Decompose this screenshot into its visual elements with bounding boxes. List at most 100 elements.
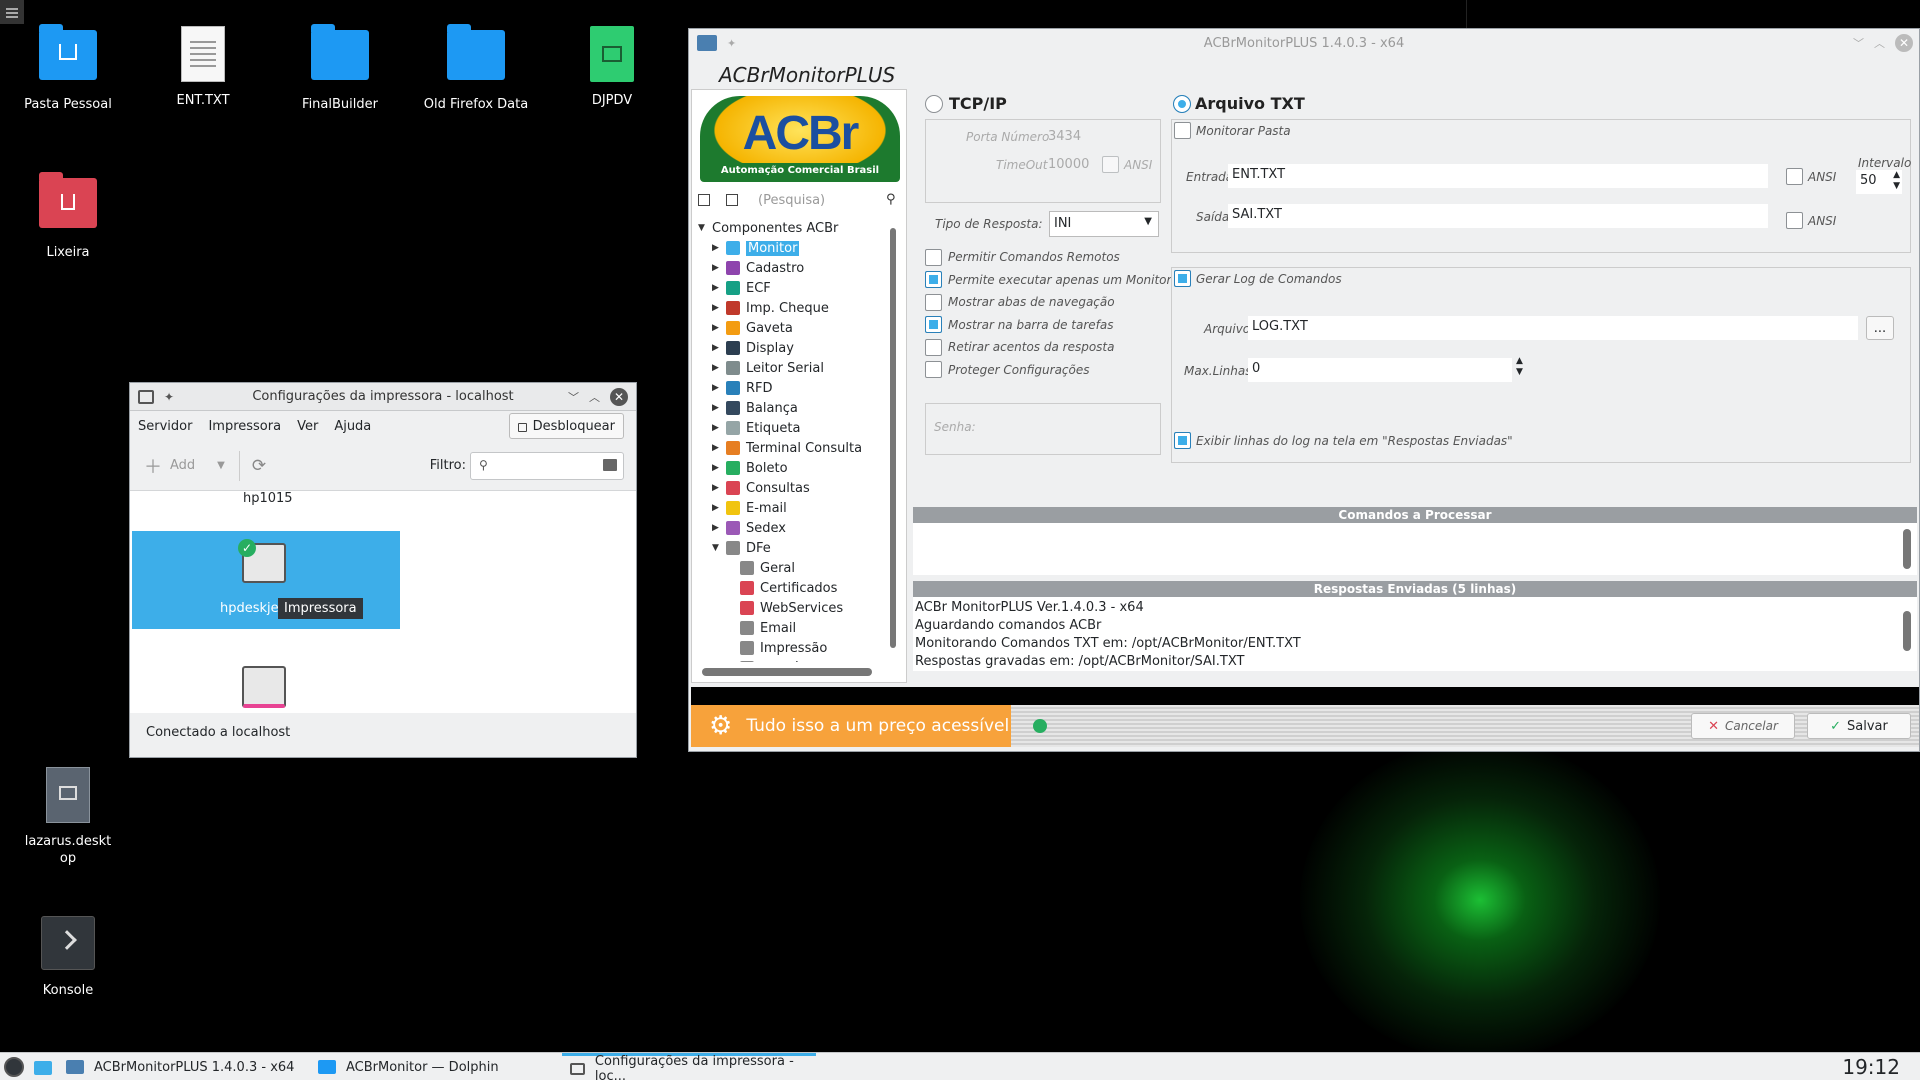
interval-spinner[interactable]: 50 ▲ ▼ <box>1856 170 1902 194</box>
maximize-icon[interactable]: ︿ <box>1874 35 1885 51</box>
generate-log-checkbox[interactable] <box>1174 270 1191 287</box>
responses-list[interactable]: ACBr MonitorPLUS Ver.1.4.0.3 - x64 Aguard… <box>913 597 1917 671</box>
task-printer-settings[interactable]: Configurações da impressora - loc... <box>562 1053 816 1080</box>
show-desktop-icon[interactable] <box>34 1061 52 1075</box>
save-button[interactable]: ✓ Salvar <box>1807 713 1911 739</box>
tree-item[interactable]: ▶ Terminal Consulta <box>698 438 862 458</box>
chevron-right-icon[interactable]: ▶ <box>712 443 724 453</box>
desktop-icon-ent-txt[interactable]: ENT.TXT <box>141 24 265 109</box>
tree-item[interactable]: ▶ Leitor Serial <box>698 358 824 378</box>
desktop-icon-lazarus[interactable]: lazarus.desktop <box>6 765 130 867</box>
minimize-icon[interactable]: ﹀ <box>568 389 579 405</box>
tree-item[interactable]: ▶ Display <box>698 338 794 358</box>
tcp-option[interactable]: Mostrar abas de navegação <box>925 292 1115 312</box>
printer-item-selected[interactable]: ✓ hpdeskje Impressora <box>132 531 400 629</box>
tcp-option-checkbox[interactable] <box>925 271 942 288</box>
spinner-arrows-icon[interactable]: ▲ ▼ <box>1516 356 1523 378</box>
add-icon[interactable]: ＋ <box>144 453 162 479</box>
chevron-right-icon[interactable]: ▶ <box>712 323 724 333</box>
tree-item[interactable]: ▶ RFD <box>698 378 773 398</box>
chevron-right-icon[interactable]: ▶ <box>712 523 724 533</box>
task-acbr[interactable]: ACBrMonitorPLUS 1.4.0.3 - x64 <box>58 1053 306 1080</box>
browse-button[interactable]: ... <box>1866 316 1894 340</box>
tcp-option[interactable]: Retirar acentos da resposta <box>925 337 1114 357</box>
tree-item[interactable]: ▶ Cadastro <box>698 258 804 278</box>
chevron-right-icon[interactable]: ▶ <box>712 243 724 253</box>
tree-item[interactable]: ▼ Componentes ACBr <box>698 218 838 238</box>
txt-radio[interactable] <box>1173 95 1191 113</box>
responses-scrollbar[interactable] <box>1903 611 1911 651</box>
port-value[interactable]: 3434 <box>1048 129 1081 144</box>
desktop-icon-trash[interactable]: Lixeira <box>6 172 130 261</box>
filter-input[interactable]: ⚲ <box>470 452 624 480</box>
tree-item[interactable]: ▶ Sedex <box>698 518 786 538</box>
tree-item[interactable]: ▶ Consultas <box>698 478 810 498</box>
tree-item[interactable]: Certificados <box>698 578 837 598</box>
monitor-folder-checkbox[interactable] <box>1174 122 1191 139</box>
menu-ajuda[interactable]: Ajuda <box>334 419 371 434</box>
tree-item[interactable]: Email <box>698 618 796 638</box>
max-lines-field[interactable]: 0 <box>1248 358 1512 382</box>
clear-icon[interactable] <box>603 459 617 471</box>
tree-vscrollbar[interactable] <box>888 218 898 658</box>
chevron-down-icon[interactable]: ▼ <box>712 543 724 553</box>
tcp-option-checkbox[interactable] <box>925 293 942 311</box>
printer-label-hp1015[interactable]: hp1015 <box>243 491 293 506</box>
promo-banner[interactable]: ⚙ Tudo isso a um preço acessível <box>691 705 1011 747</box>
close-icon[interactable]: ✕ <box>610 387 628 406</box>
input-file-field[interactable]: ENT.TXT <box>1228 164 1768 188</box>
tree-item[interactable]: ▶ Boleto <box>698 458 788 478</box>
tcp-option-checkbox[interactable] <box>925 248 942 266</box>
chevron-right-icon[interactable]: ▶ <box>712 403 724 413</box>
output-ansi-checkbox[interactable] <box>1786 212 1803 229</box>
chevron-right-icon[interactable]: ▶ <box>712 503 724 513</box>
tree-hscrollbar[interactable] <box>702 668 872 676</box>
tcp-option[interactable]: Permite executar apenas um Monitor <box>925 270 1171 290</box>
pin-icon[interactable]: ✦ <box>164 390 174 404</box>
tree-item[interactable]: ▶ Balança <box>698 398 798 418</box>
acbr-titlebar[interactable]: ✦ ACBrMonitorPLUS 1.4.0.3 - x64 ﹀ ︿ ✕ <box>689 29 1919 57</box>
timeout-value[interactable]: 10000 <box>1048 157 1089 172</box>
commands-scrollbar[interactable] <box>1903 529 1911 569</box>
search-icon[interactable]: ⚲ <box>886 192 896 207</box>
response-type-select[interactable]: INI ▼ <box>1049 211 1159 237</box>
cancel-button[interactable]: ✕ Cancelar <box>1691 713 1795 739</box>
tree-item[interactable]: WebServices <box>698 598 843 618</box>
app-launcher-icon[interactable] <box>4 1057 24 1077</box>
tree-item[interactable]: ▶ E-mail <box>698 498 787 518</box>
log-file-field[interactable]: LOG.TXT <box>1248 316 1858 340</box>
tree-item[interactable]: ▼ DFe <box>698 538 771 558</box>
unlock-button[interactable]: Desbloquear <box>508 413 624 439</box>
pin-icon[interactable]: ✦ <box>727 37 736 50</box>
close-icon[interactable]: ✕ <box>1895 34 1913 52</box>
printer-icon[interactable] <box>242 666 286 708</box>
tcp-option-checkbox[interactable] <box>925 338 942 356</box>
chevron-down-icon[interactable]: ▼ <box>217 460 225 471</box>
tcp-option[interactable]: Proteger Configurações <box>925 360 1090 380</box>
menu-servidor[interactable]: Servidor <box>138 419 192 434</box>
tcp-option[interactable]: Mostrar na barra de tarefas <box>925 315 1114 335</box>
chevron-right-icon[interactable]: ▶ <box>712 363 724 373</box>
minimize-icon[interactable]: ﹀ <box>1853 35 1864 51</box>
menu-impressora[interactable]: Impressora <box>208 419 281 434</box>
menu-icon[interactable] <box>0 0 24 24</box>
chevron-right-icon[interactable]: ▶ <box>712 463 724 473</box>
tcp-option-checkbox[interactable] <box>925 361 942 378</box>
refresh-icon[interactable]: ⟳ <box>252 456 266 476</box>
printer-window-titlebar[interactable]: ✦ Configurações da impressora - localhos… <box>130 383 636 411</box>
tree-search-input[interactable]: (Pesquisa) <box>754 190 876 212</box>
tree-item[interactable]: ▶ Gaveta <box>698 318 793 338</box>
desktop-icon-konsole[interactable]: Konsole <box>6 913 130 999</box>
desktop-icon-djpdv[interactable]: DJPDV <box>550 24 674 109</box>
chevron-down-icon[interactable]: ▼ <box>698 223 710 233</box>
task-dolphin[interactable]: ACBrMonitor — Dolphin <box>310 1053 558 1080</box>
tree-item[interactable]: ▶ Monitor <box>698 238 800 258</box>
tcp-option-checkbox[interactable] <box>925 316 942 333</box>
add-button[interactable]: Add <box>170 458 195 473</box>
chevron-right-icon[interactable]: ▶ <box>712 283 724 293</box>
chevron-right-icon[interactable]: ▶ <box>712 423 724 433</box>
collapse-all-icon[interactable] <box>726 194 738 206</box>
show-log-lines-checkbox[interactable] <box>1174 432 1191 449</box>
output-file-field[interactable]: SAI.TXT <box>1228 204 1768 228</box>
tcp-radio[interactable] <box>925 95 943 113</box>
